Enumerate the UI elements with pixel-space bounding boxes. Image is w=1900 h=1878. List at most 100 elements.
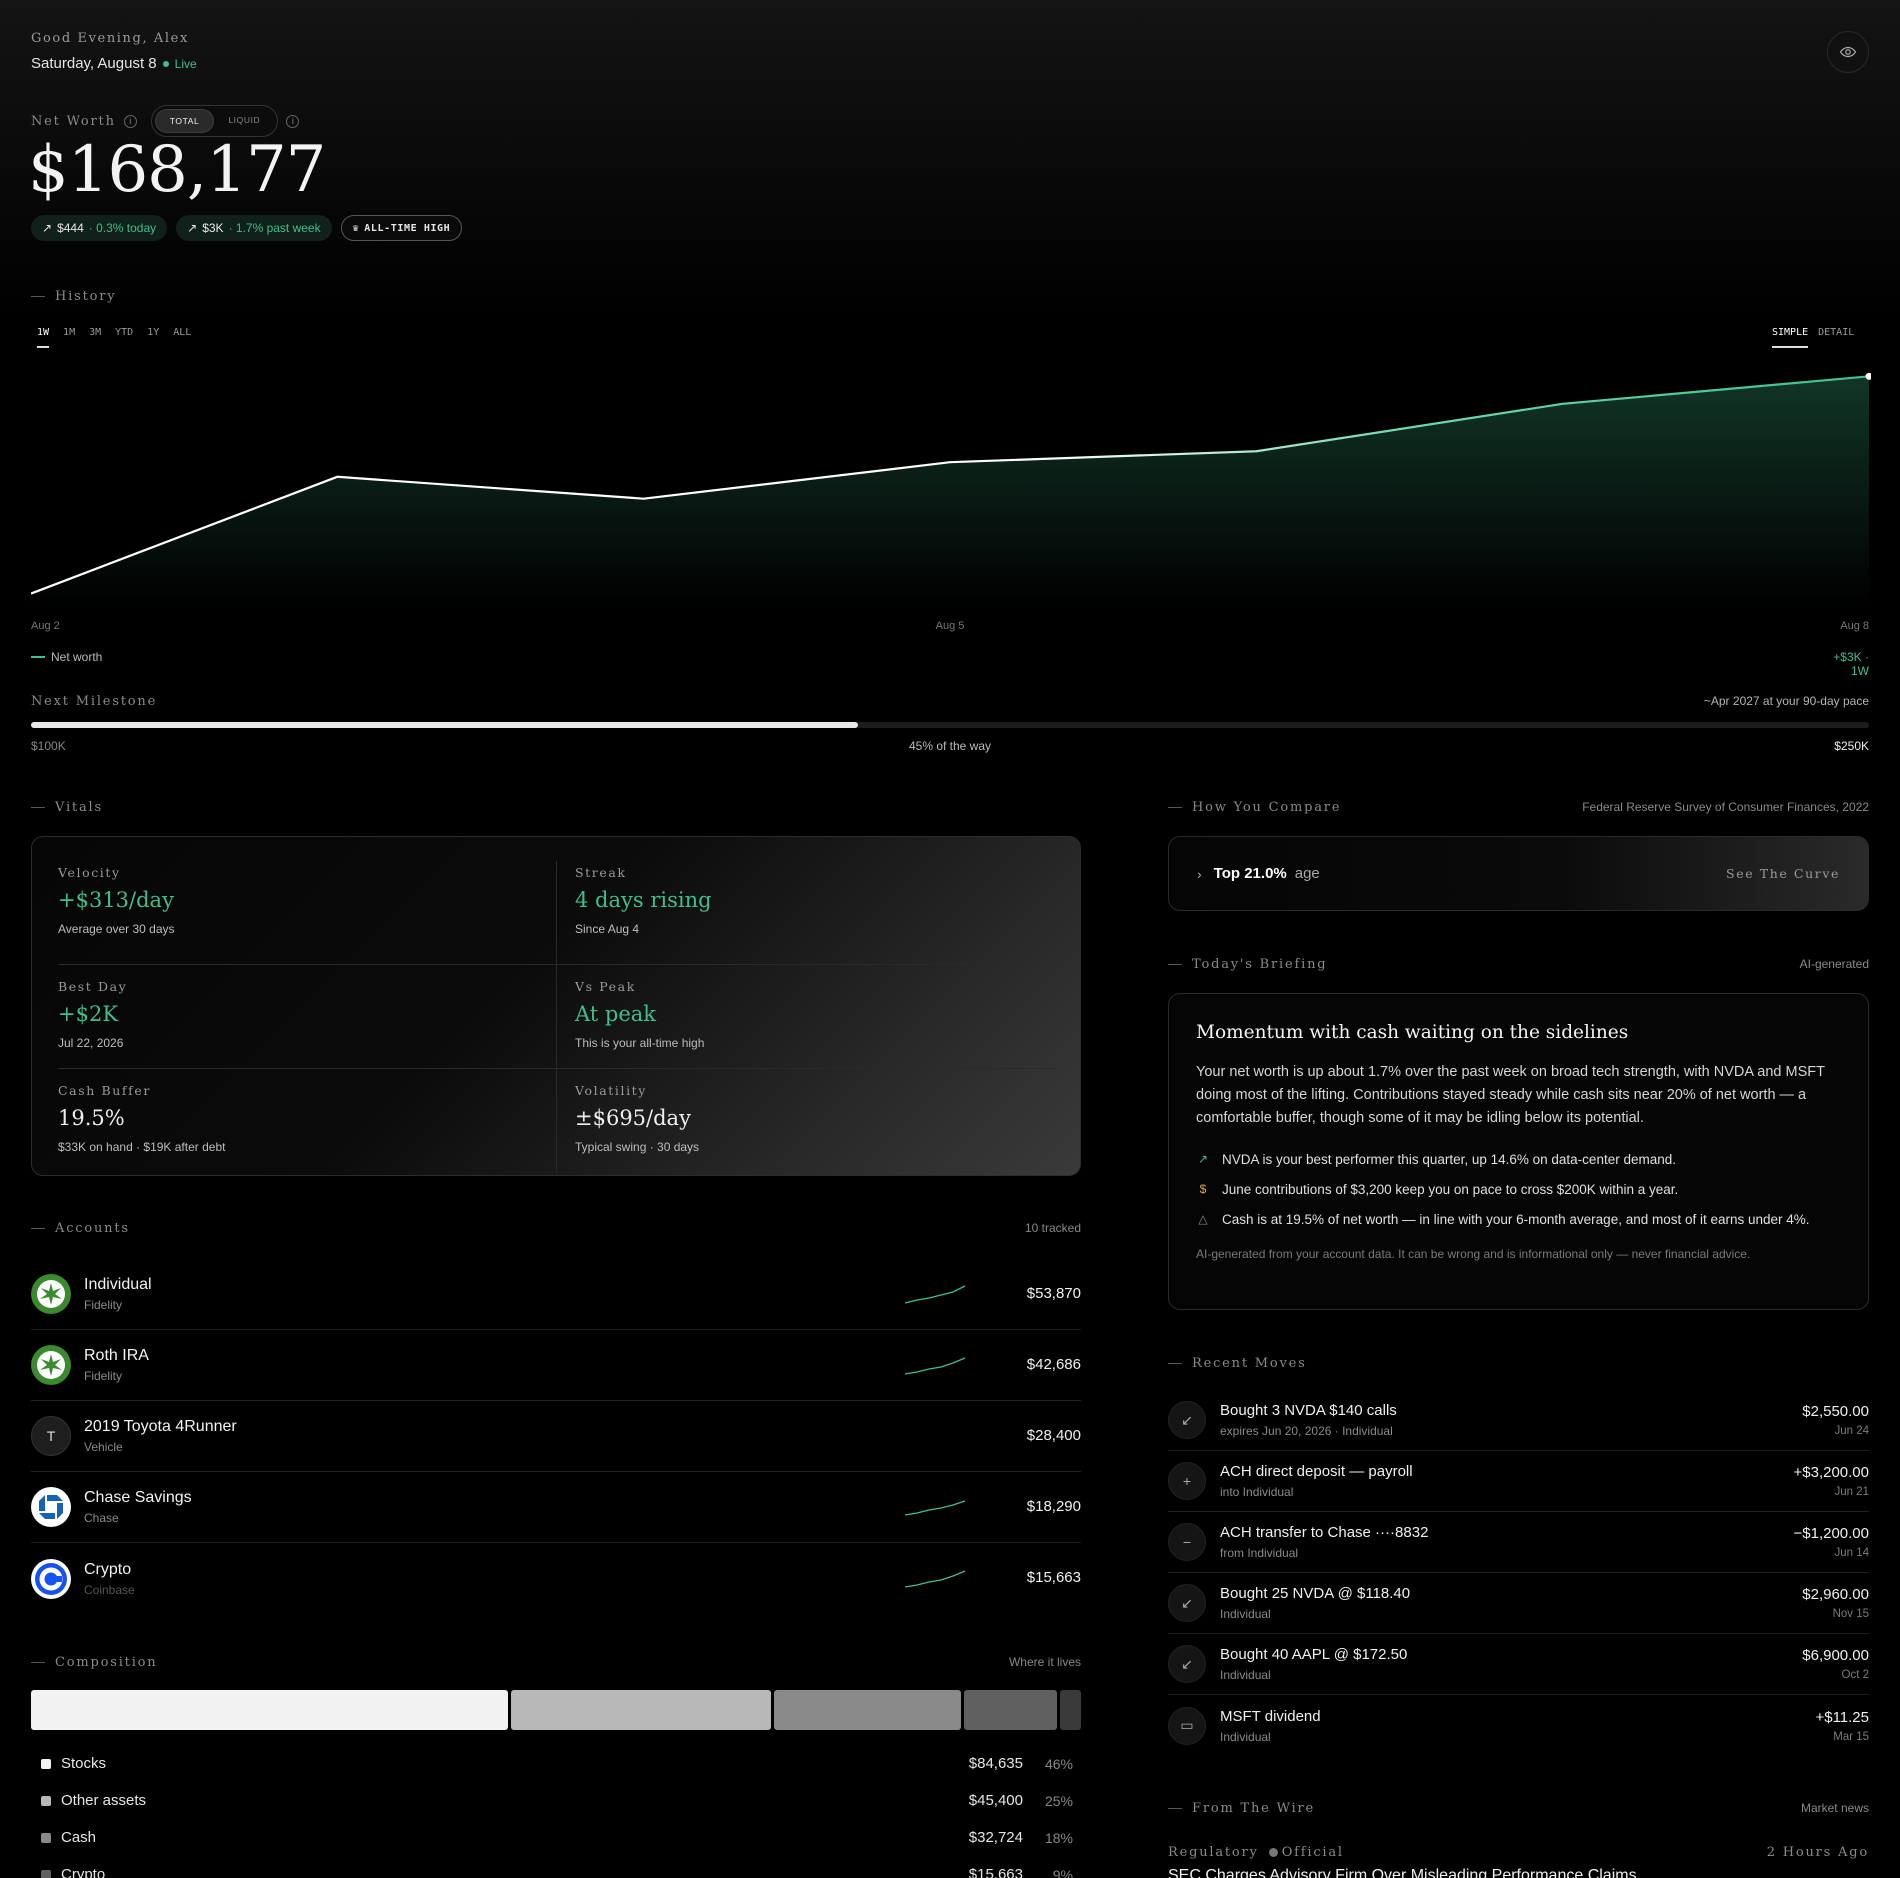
composition-pct: 18%	[1044, 1829, 1073, 1846]
vital-cash-buffer: Cash Buffer 19.5% $33K on hand · $19K af…	[58, 1069, 556, 1173]
vital-title: Vs Peak	[575, 979, 636, 994]
official-label: Official	[1281, 1845, 1344, 1860]
vital-value: 4 days rising	[575, 888, 712, 912]
move-date: Mar 15	[1833, 1730, 1869, 1743]
composition-row[interactable]: Crypto $15,663 9%	[31, 1856, 1081, 1878]
wire-section-header: From The Wire	[1168, 1801, 1315, 1816]
account-value: $42,686	[1026, 1356, 1081, 1373]
milestone-progress-text: 45% of the way	[908, 739, 992, 753]
tab-range-1w[interactable]: 1W	[37, 327, 50, 348]
account-institution: Chase	[84, 1511, 119, 1525]
composition-legend: Stocks $84,635 46% Other assets $45,400 …	[31, 1745, 1081, 1878]
move-sub: into Individual	[1220, 1485, 1294, 1499]
move-row[interactable]: ▭ MSFT dividend Individual +$11.25 Mar 15	[1168, 1695, 1869, 1756]
briefing-bullet: △ Cash is at 19.5% of net worth — in lin…	[1196, 1204, 1841, 1234]
bullet-text: NVDA is your best performer this quarter…	[1222, 1151, 1676, 1167]
crown-icon: ♛	[352, 222, 360, 234]
composition-segment[interactable]	[773, 1690, 961, 1730]
milestone-label: Next Milestone	[31, 694, 158, 709]
tab-range-ytd[interactable]: YTD	[115, 327, 133, 348]
tab-range-1m[interactable]: 1M	[63, 327, 75, 348]
composition-segment[interactable]	[963, 1690, 1058, 1730]
milestone-progress-fill	[31, 722, 859, 728]
composition-bar[interactable]	[31, 1690, 1082, 1730]
arrow-down-left-icon: ↙	[1168, 1645, 1206, 1683]
fidelity-logo-icon	[31, 1274, 71, 1314]
tab-mode-detail[interactable]: DETAIL	[1818, 327, 1854, 348]
briefing-body: Your net worth is up about 1.7% over the…	[1196, 1064, 1825, 1126]
account-row[interactable]: T 2019 Toyota 4Runner Vehicle $28,400	[31, 1401, 1081, 1472]
tab-range-1y[interactable]: 1Y	[147, 327, 159, 348]
account-institution: Fidelity	[84, 1298, 123, 1312]
move-row[interactable]: + ACH direct deposit — payroll into Indiv…	[1168, 1451, 1869, 1512]
coinbase-logo-icon	[31, 1558, 71, 1599]
move-amount: −$1,200.00	[1793, 1525, 1870, 1542]
account-sparkline	[904, 1500, 966, 1516]
account-value: $18,290	[1026, 1498, 1081, 1515]
move-date: Jun 21	[1834, 1486, 1869, 1498]
privacy-toggle-button[interactable]	[1827, 31, 1869, 73]
compare-card[interactable]: › Top 21.0% age See The Curve	[1168, 836, 1869, 911]
change-week-pill: ↗ $3K · 1.7% past week	[176, 215, 332, 241]
news-time: 2 Hours Ago	[1766, 1845, 1869, 1860]
move-row[interactable]: ↙ Bought 40 AAPL @ $172.50 Individual $6,…	[1168, 1634, 1869, 1695]
move-date: Jun 24	[1834, 1425, 1869, 1437]
vital-vs-peak: Vs Peak At peak This is your all-time hi…	[556, 965, 1054, 1069]
account-sparkline	[904, 1285, 966, 1304]
vital-title: Cash Buffer	[58, 1083, 151, 1098]
info-icon[interactable]: i	[286, 114, 300, 128]
composition-row[interactable]: Other assets $45,400 25%	[31, 1782, 1081, 1819]
date-row: Saturday, August 8 Live	[31, 55, 197, 72]
composition-segment[interactable]	[511, 1690, 771, 1730]
move-row[interactable]: ↙ Bought 25 NVDA @ $118.40 Individual $2,…	[1168, 1573, 1869, 1634]
account-row[interactable]: Roth IRA Fidelity $42,686	[31, 1330, 1081, 1401]
divider	[31, 807, 45, 808]
vitals-card: Velocity +$313/day Average over 30 days …	[31, 836, 1081, 1176]
account-value: $15,663	[1026, 1569, 1081, 1586]
pill-detail: · 1.7% past week	[228, 221, 321, 235]
account-value: $53,870	[1026, 1285, 1081, 1302]
legend-swatch	[31, 656, 45, 658]
account-row[interactable]: Crypto Coinbase $15,663	[31, 1543, 1081, 1614]
see-curve-link[interactable]: See The Curve	[1726, 866, 1840, 881]
briefing-bullet: $ June contributions of $3,200 keep you …	[1196, 1174, 1841, 1204]
chart-area	[31, 376, 1869, 605]
account-row[interactable]: Chase Savings Chase $18,290	[31, 1472, 1081, 1543]
warning-icon: △	[1198, 1212, 1208, 1226]
composition-row[interactable]: Cash $32,724 18%	[31, 1819, 1081, 1856]
tab-range-all[interactable]: ALL	[173, 327, 191, 348]
account-name: Roth IRA	[84, 1347, 149, 1364]
composition-segment[interactable]	[31, 1690, 509, 1730]
divider	[1168, 807, 1182, 808]
chevron-right-icon[interactable]: ›	[1197, 866, 1202, 882]
bullet-text: Cash is at 19.5% of net worth — in line …	[1222, 1211, 1810, 1227]
net-worth-chart[interactable]	[31, 355, 1871, 605]
info-icon[interactable]: i	[123, 114, 137, 128]
briefing-bullets: ↗ NVDA is your best performer this quart…	[1196, 1144, 1841, 1234]
composition-segment[interactable]	[1060, 1690, 1082, 1730]
toggle-liquid[interactable]: LIQUID	[214, 109, 274, 133]
briefing-bullet: ↗ NVDA is your best performer this quart…	[1196, 1144, 1841, 1174]
tab-mode-simple[interactable]: SIMPLE	[1772, 327, 1809, 348]
move-sub: Individual	[1220, 1729, 1271, 1744]
briefing-label: Today's Briefing	[1192, 957, 1328, 972]
move-title: ACH direct deposit — payroll	[1220, 1463, 1413, 1480]
ath-label: ALL-TIME HIGH	[364, 222, 451, 234]
news-headline[interactable]: SEC Charges Advisory Firm Over Misleadin…	[1168, 1867, 1637, 1878]
move-row[interactable]: ↙ Bought 3 NVDA $140 calls expires Jun 20…	[1168, 1390, 1869, 1451]
move-row[interactable]: − ACH transfer to Chase ····8832 from Ind…	[1168, 1512, 1869, 1573]
compare-label: How You Compare	[1192, 800, 1342, 815]
moves-section-header: Recent Moves	[1168, 1356, 1307, 1371]
composition-row[interactable]: Stocks $84,635 46%	[31, 1745, 1081, 1782]
composition-name: Crypto	[61, 1866, 106, 1878]
tab-range-3m[interactable]: 3M	[89, 327, 101, 348]
eye-icon	[1839, 46, 1857, 58]
account-row[interactable]: Individual Fidelity $53,870	[31, 1259, 1081, 1330]
toggle-total[interactable]: TOTAL	[154, 109, 215, 133]
divider	[1168, 964, 1182, 965]
move-amount: +$11.25	[1815, 1708, 1869, 1726]
pill-amount: $444	[57, 221, 84, 235]
account-name: 2019 Toyota 4Runner	[84, 1418, 237, 1435]
chart-legend: Net worth	[31, 650, 102, 664]
accounts-section-header: Accounts	[31, 1221, 130, 1236]
